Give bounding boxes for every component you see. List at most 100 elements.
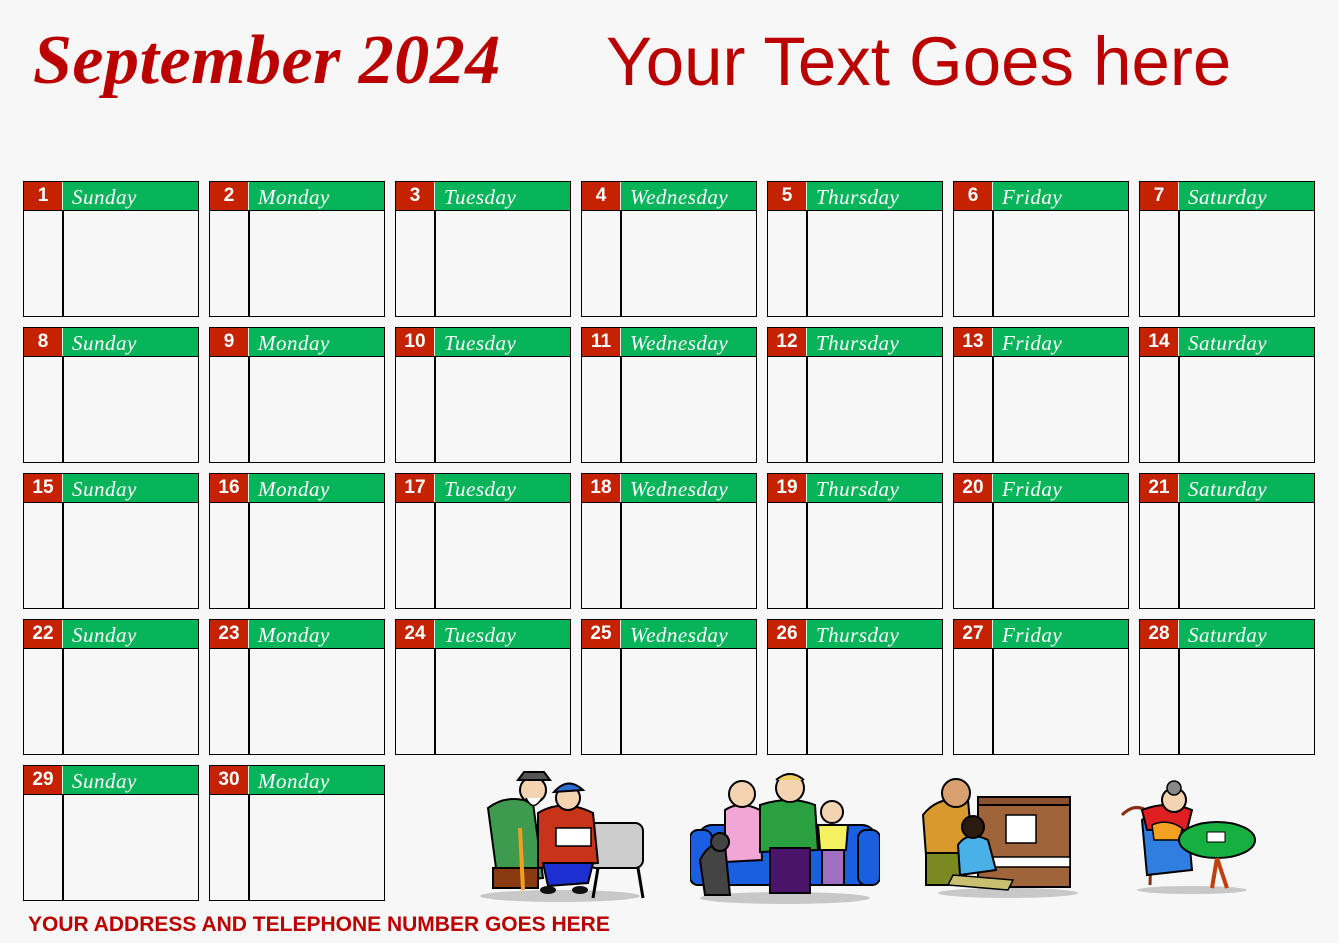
day-number: 16 <box>210 474 248 502</box>
weekday-name: Wednesday <box>630 477 729 501</box>
month-year-title: September 2024 <box>33 22 501 99</box>
day-cell[interactable]: 23 Monday <box>209 619 385 755</box>
day-number: 25 <box>582 620 620 648</box>
header-separator <box>434 620 435 648</box>
day-cell[interactable]: 20 Friday <box>953 473 1129 609</box>
header-separator <box>62 620 63 648</box>
day-cell[interactable]: 12 Thursday <box>767 327 943 463</box>
weekday-name: Wednesday <box>630 331 729 355</box>
day-cell[interactable]: 13 Friday <box>953 327 1129 463</box>
weekday-name: Monday <box>258 623 330 647</box>
header-separator <box>620 182 621 210</box>
header-separator <box>806 182 807 210</box>
day-number: 26 <box>768 620 806 648</box>
day-number: 24 <box>396 620 434 648</box>
weekday-name: Monday <box>258 185 330 209</box>
day-number: 5 <box>768 182 806 210</box>
day-cell[interactable]: 4 Wednesday <box>581 181 757 317</box>
header-separator <box>434 474 435 502</box>
day-cell[interactable]: 22 Sunday <box>23 619 199 755</box>
day-cell[interactable]: 8 Sunday <box>23 327 199 463</box>
weekday-name: Tuesday <box>444 623 517 647</box>
cell-divider <box>62 210 64 316</box>
day-number: 7 <box>1140 182 1178 210</box>
cell-divider <box>248 210 250 316</box>
day-cell[interactable]: 9 Monday <box>209 327 385 463</box>
day-number: 12 <box>768 328 806 356</box>
day-cell[interactable]: 24 Tuesday <box>395 619 571 755</box>
day-cell[interactable]: 29 Sunday <box>23 765 199 901</box>
cell-divider <box>62 356 64 462</box>
header-separator <box>806 620 807 648</box>
day-cell[interactable]: 19 Thursday <box>767 473 943 609</box>
day-cell[interactable]: 25 Wednesday <box>581 619 757 755</box>
day-cell[interactable]: 21 Saturday <box>1139 473 1315 609</box>
day-cell[interactable]: 14 Saturday <box>1139 327 1315 463</box>
cell-divider <box>620 210 622 316</box>
cell-divider <box>620 648 622 754</box>
day-cell[interactable]: 11 Wednesday <box>581 327 757 463</box>
day-number: 22 <box>24 620 62 648</box>
weekday-name: Sunday <box>72 477 137 501</box>
header-separator <box>992 474 993 502</box>
weekday-name: Friday <box>1002 477 1063 501</box>
cell-divider <box>1178 648 1180 754</box>
header-separator <box>62 766 63 794</box>
day-cell[interactable]: 30 Monday <box>209 765 385 901</box>
weekday-name: Monday <box>258 477 330 501</box>
day-number: 23 <box>210 620 248 648</box>
header-separator <box>620 328 621 356</box>
weekday-name: Thursday <box>816 623 900 647</box>
day-number: 8 <box>24 328 62 356</box>
day-cell[interactable]: 3 Tuesday <box>395 181 571 317</box>
day-cell[interactable]: 28 Saturday <box>1139 619 1315 755</box>
cell-divider <box>248 502 250 608</box>
cell-divider <box>434 210 436 316</box>
weekday-name: Tuesday <box>444 185 517 209</box>
cell-divider <box>806 210 808 316</box>
cell-divider <box>992 210 994 316</box>
cell-divider <box>248 356 250 462</box>
weekday-name: Tuesday <box>444 331 517 355</box>
header-separator <box>248 474 249 502</box>
cell-divider <box>806 356 808 462</box>
day-number: 11 <box>582 328 620 356</box>
weekday-name: Friday <box>1002 331 1063 355</box>
cell-divider <box>434 648 436 754</box>
day-cell[interactable]: 26 Thursday <box>767 619 943 755</box>
day-number: 10 <box>396 328 434 356</box>
day-number: 28 <box>1140 620 1178 648</box>
day-number: 4 <box>582 182 620 210</box>
header-separator <box>992 182 993 210</box>
day-number: 9 <box>210 328 248 356</box>
day-cell[interactable]: 27 Friday <box>953 619 1129 755</box>
header-separator <box>248 182 249 210</box>
cell-divider <box>62 648 64 754</box>
day-number: 27 <box>954 620 992 648</box>
weekday-name: Saturday <box>1188 623 1268 647</box>
weekday-name: Thursday <box>816 477 900 501</box>
day-cell[interactable]: 6 Friday <box>953 181 1129 317</box>
day-cell[interactable]: 10 Tuesday <box>395 327 571 463</box>
day-cell[interactable]: 1 Sunday <box>23 181 199 317</box>
cell-divider <box>806 648 808 754</box>
weekday-name: Saturday <box>1188 477 1268 501</box>
header-separator <box>1178 474 1179 502</box>
day-number: 6 <box>954 182 992 210</box>
family-on-sofa-icon <box>690 773 880 904</box>
header-separator <box>992 620 993 648</box>
address-phone-footer: YOUR ADDRESS AND TELEPHONE NUMBER GOES H… <box>28 913 610 936</box>
day-cell[interactable]: 18 Wednesday <box>581 473 757 609</box>
day-cell[interactable]: 15 Sunday <box>23 473 199 609</box>
header-separator <box>248 620 249 648</box>
header-separator <box>248 766 249 794</box>
weekday-name: Tuesday <box>444 477 517 501</box>
header-separator <box>62 474 63 502</box>
day-cell[interactable]: 17 Tuesday <box>395 473 571 609</box>
day-cell[interactable]: 5 Thursday <box>767 181 943 317</box>
day-cell[interactable]: 7 Saturday <box>1139 181 1315 317</box>
day-cell[interactable]: 2 Monday <box>209 181 385 317</box>
day-cell[interactable]: 16 Monday <box>209 473 385 609</box>
header-separator <box>992 328 993 356</box>
cell-divider <box>620 356 622 462</box>
